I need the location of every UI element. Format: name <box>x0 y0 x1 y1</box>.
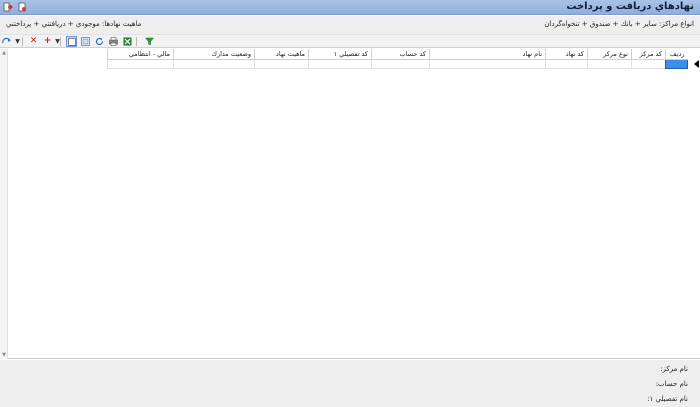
select-icon[interactable] <box>66 36 77 47</box>
grid-cell[interactable] <box>371 59 430 69</box>
toolbar-separator <box>136 37 137 46</box>
column-header[interactable]: ماهیت نهاد <box>254 49 309 60</box>
grid-header-row: ردیف كد مركز نوع مركز كد نهاد نام نهاد ك… <box>107 49 688 60</box>
column-header[interactable]: نوع مركز <box>587 49 632 60</box>
grid-cell-selected[interactable] <box>665 58 688 69</box>
column-header[interactable]: كد نهاد <box>545 49 588 60</box>
report-icon[interactable] <box>17 2 27 12</box>
vertical-scrollbar[interactable]: ▲ ▼ <box>0 49 8 359</box>
view-icon[interactable] <box>80 36 91 47</box>
refresh-icon[interactable] <box>94 36 105 47</box>
filter-icon[interactable] <box>144 36 155 47</box>
column-header[interactable]: كد تفصیلي ۱ <box>308 49 372 60</box>
grid-cell[interactable] <box>545 59 588 69</box>
grid-cell[interactable] <box>254 59 309 69</box>
column-header[interactable]: مالي - انتظامي <box>107 49 174 60</box>
navigate-icon[interactable] <box>1 36 12 47</box>
entity-nature-filter: ماهیت نهادها: موجودي + دریافتني + پرداخت… <box>6 20 142 28</box>
excel-icon[interactable] <box>122 36 133 47</box>
table-row[interactable] <box>107 58 688 69</box>
scroll-down-icon[interactable]: ▼ <box>1 352 7 358</box>
add-icon[interactable]: + <box>42 36 53 47</box>
toolbar: ▼ + ✕ ▼ <box>0 34 700 48</box>
details-panel: نام مركز: نام حساب: نام تفصیلي ۱: <box>0 360 700 407</box>
center-types-filter: انواع مراكز: سایر + بانك + صندوق + تنخوا… <box>544 20 694 28</box>
center-name-label: نام مركز: <box>660 365 688 373</box>
grid-table: ردیف كد مركز نوع مركز كد نهاد نام نهاد ك… <box>107 49 688 69</box>
column-header[interactable]: نام نهاد <box>429 49 546 60</box>
dropdown-icon[interactable]: ▼ <box>12 36 23 47</box>
exit-icon[interactable] <box>3 2 13 12</box>
detail1-name-label: نام تفصیلي ۱: <box>647 395 688 403</box>
grid-cell[interactable] <box>631 59 666 69</box>
account-name-label: نام حساب: <box>655 380 688 388</box>
column-header[interactable]: ردیف <box>665 49 688 60</box>
data-grid[interactable]: ردیف كد مركز نوع مركز كد نهاد نام نهاد ك… <box>0 49 700 359</box>
grid-cell[interactable] <box>107 59 174 69</box>
grid-cell[interactable] <box>308 59 372 69</box>
column-header[interactable]: كد مركز <box>631 49 666 60</box>
filter-summary-bar: انواع مراكز: سایر + بانك + صندوق + تنخوا… <box>0 16 700 34</box>
delete-icon[interactable]: ✕ <box>28 36 39 47</box>
scroll-up-icon[interactable]: ▲ <box>1 50 7 56</box>
current-row-indicator <box>694 60 699 68</box>
grid-cell[interactable] <box>173 59 255 69</box>
column-header[interactable]: كد حساب <box>371 49 430 60</box>
title-bar: نهادهاي دریافت و پرداخت <box>0 0 700 15</box>
column-header[interactable]: وضعیت مدارك <box>173 49 255 60</box>
dropdown-icon[interactable]: ▼ <box>52 36 63 47</box>
grid-cell[interactable] <box>429 59 546 69</box>
grid-cell[interactable] <box>587 59 632 69</box>
window-title: نهادهاي دریافت و پرداخت <box>566 1 694 12</box>
print-icon[interactable] <box>108 36 119 47</box>
